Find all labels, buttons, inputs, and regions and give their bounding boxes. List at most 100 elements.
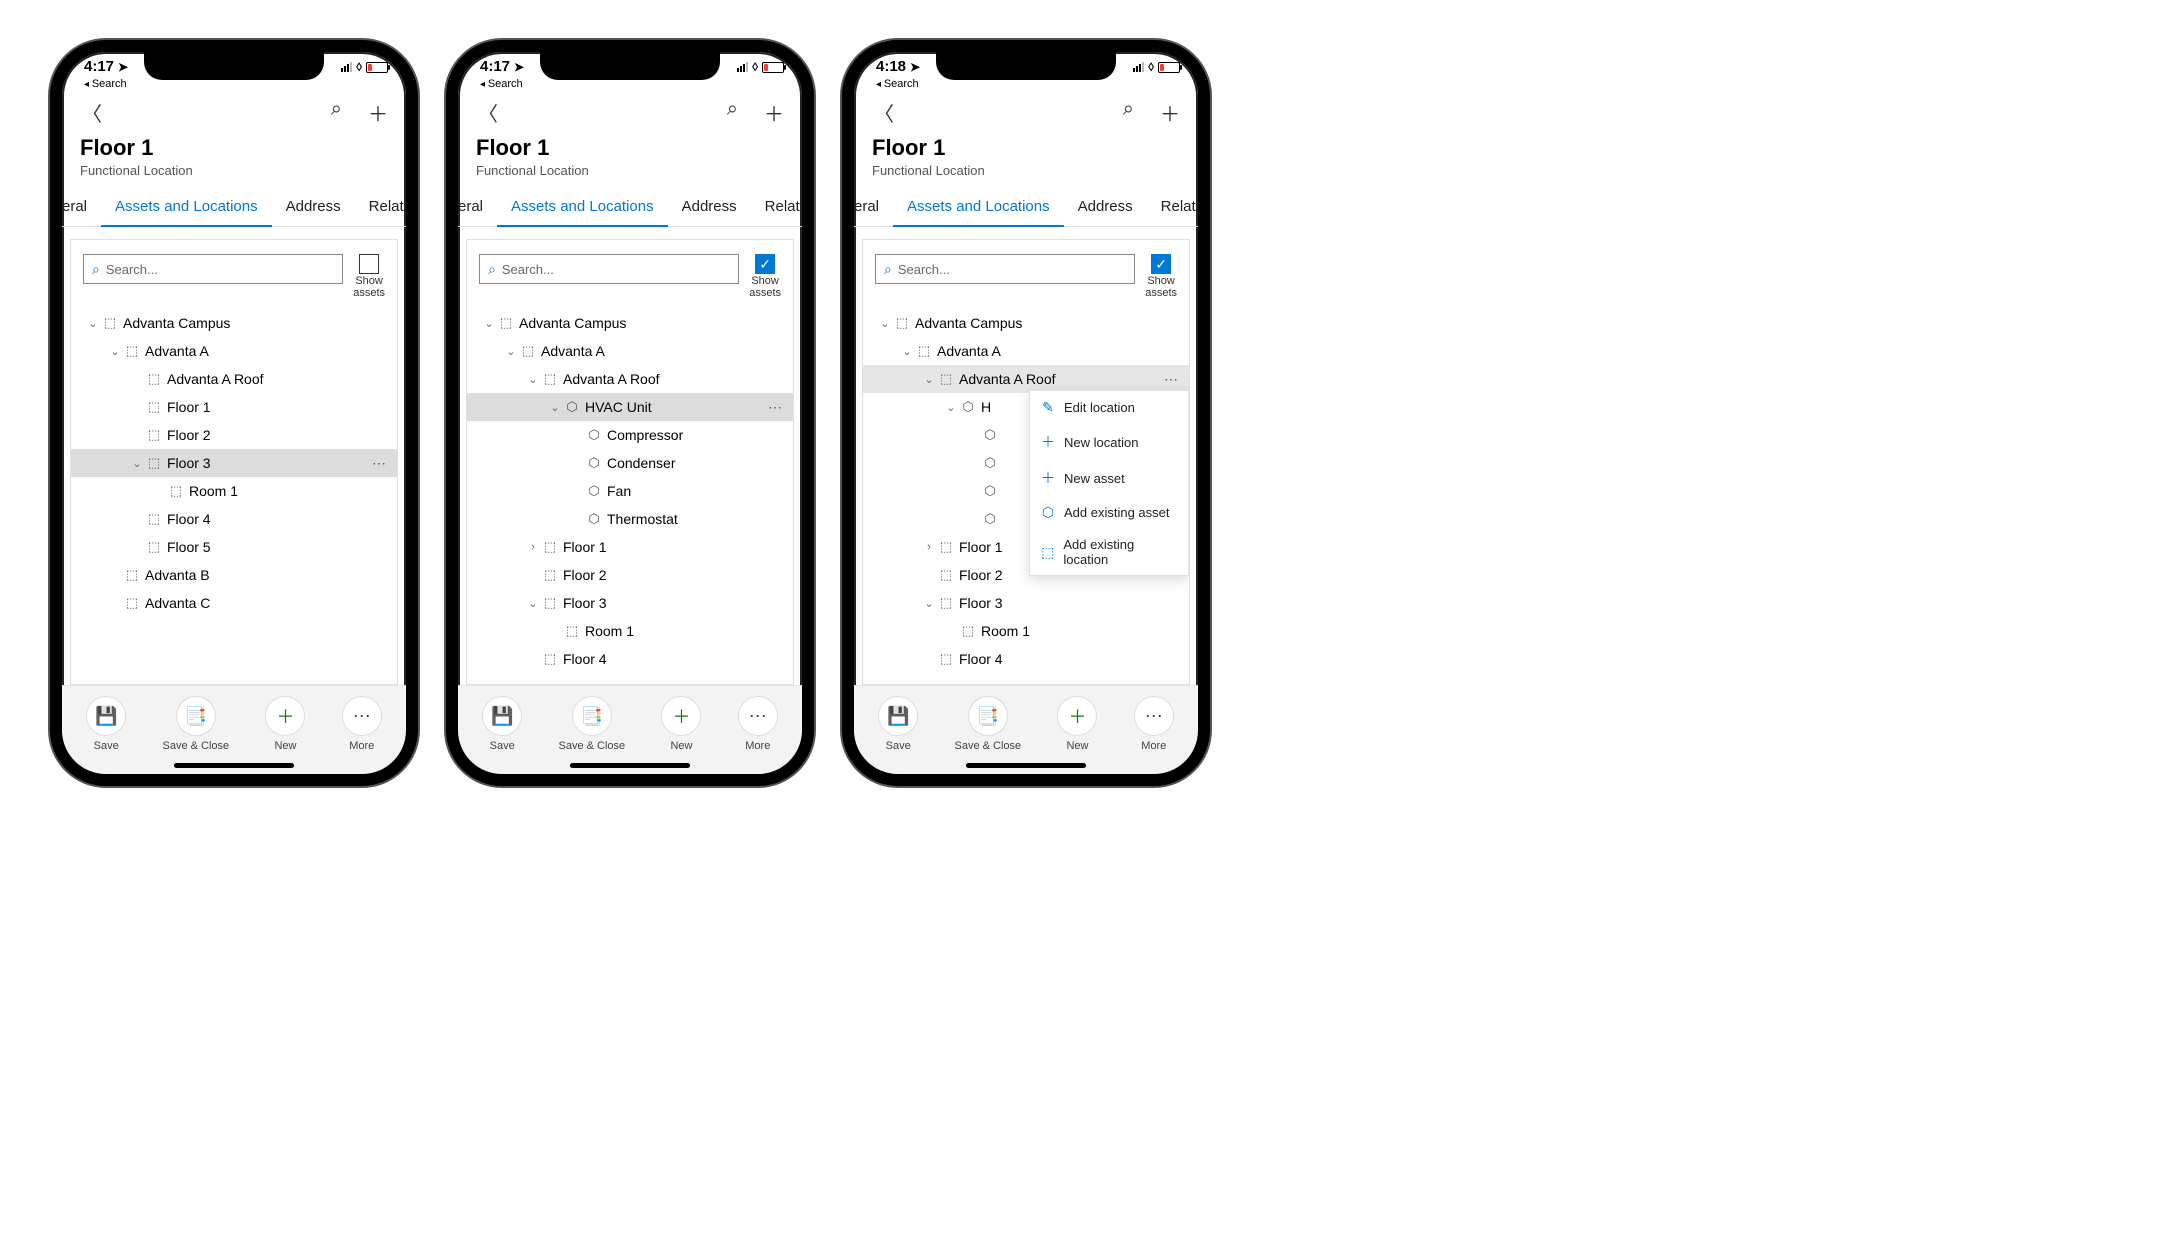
search-button[interactable]: ⌕ [723, 96, 742, 129]
save-button[interactable]: 💾Save [878, 696, 918, 752]
search-input[interactable]: ⌕ Search... [479, 254, 739, 284]
chevron-down-icon[interactable]: ⌄ [899, 345, 915, 358]
add-button[interactable]: ＋ [1156, 96, 1184, 129]
tree-node[interactable]: ⬚Floor 2 [467, 561, 793, 589]
search-button[interactable]: ⌕ [1119, 96, 1138, 129]
tree-node-selected[interactable]: ⌄⬚Advanta A Roof⋯ [863, 365, 1189, 393]
tab-related[interactable]: Relate [1147, 190, 1198, 226]
ctx-new-asset[interactable]: ＋New asset [1030, 460, 1188, 496]
chevron-down-icon[interactable]: ⌄ [921, 597, 937, 610]
search-input[interactable]: ⌕ Search... [875, 254, 1135, 284]
more-icon[interactable]: ⋯ [368, 455, 391, 472]
more-button[interactable]: ⋯More [738, 696, 778, 752]
tree-node[interactable]: ⬡Condenser [467, 449, 793, 477]
tab-general[interactable]: eral [458, 190, 497, 226]
tree-node[interactable]: ⌄⬚Advanta Campus [71, 309, 397, 337]
chevron-down-icon[interactable]: ⌄ [943, 401, 959, 414]
save-close-button[interactable]: 📑Save & Close [162, 696, 229, 752]
tab-related[interactable]: Relate [355, 190, 406, 226]
chevron-down-icon[interactable]: ⌄ [525, 373, 541, 386]
tab-general[interactable]: eral [854, 190, 893, 226]
ctx-add-existing-location[interactable]: ⬚Add existing location [1030, 529, 1188, 575]
new-button[interactable]: ＋New [265, 696, 305, 752]
tree-node[interactable]: ⌄⬚Floor 3 [863, 589, 1189, 617]
ctx-edit-location[interactable]: ✎Edit location [1030, 391, 1188, 424]
tree-node[interactable]: ⌄⬚Advanta A [863, 337, 1189, 365]
tree-node[interactable]: ›⬚Floor 1 [467, 533, 793, 561]
ctx-add-existing-asset[interactable]: ⬡Add existing asset [1030, 496, 1188, 529]
ctx-new-location[interactable]: ＋New location [1030, 424, 1188, 460]
back-button[interactable]: 〈 [868, 94, 900, 131]
tree-node[interactable]: ⌄⬚Advanta A [467, 337, 793, 365]
tab-assets-locations[interactable]: Assets and Locations [893, 190, 1064, 227]
chevron-down-icon[interactable]: ⌄ [129, 457, 145, 470]
tree-node[interactable]: ⬚Room 1 [863, 617, 1189, 645]
tree-node[interactable]: ⌄⬚Advanta Campus [863, 309, 1189, 337]
tree-node[interactable]: ⬡Compressor [467, 421, 793, 449]
show-assets-checkbox[interactable] [359, 254, 379, 274]
tree-node[interactable]: ⌄⬚Floor 3 [467, 589, 793, 617]
tree-node[interactable]: ⬚Floor 5 [71, 533, 397, 561]
tree-node[interactable]: ⬚Advanta A Roof [71, 365, 397, 393]
header-row: 〈 ⌕ ＋ [854, 92, 1198, 135]
tree-node[interactable]: ⬚Room 1 [71, 477, 397, 505]
tab-related[interactable]: Relate [751, 190, 802, 226]
save-button[interactable]: 💾Save [86, 696, 126, 752]
save-close-button[interactable]: 📑Save & Close [954, 696, 1021, 752]
tree-node[interactable]: ⬚Floor 4 [71, 505, 397, 533]
tree-node[interactable]: ⬡Thermostat [467, 505, 793, 533]
tab-assets-locations[interactable]: Assets and Locations [497, 190, 668, 227]
chevron-down-icon[interactable]: ⌄ [877, 317, 893, 330]
tree-node-selected[interactable]: ⌄⬚Floor 3⋯ [71, 449, 397, 477]
tree-node[interactable]: ⬚Room 1 [467, 617, 793, 645]
more-button[interactable]: ⋯More [1134, 696, 1174, 752]
home-indicator[interactable] [174, 763, 294, 768]
add-button[interactable]: ＋ [364, 96, 392, 129]
chevron-down-icon[interactable]: ⌄ [525, 597, 541, 610]
chevron-down-icon[interactable]: ⌄ [481, 317, 497, 330]
tab-address[interactable]: Address [1064, 190, 1147, 226]
more-icon[interactable]: ⋯ [764, 399, 787, 416]
home-indicator[interactable] [570, 763, 690, 768]
tree-node[interactable]: ⬚Floor 4 [863, 645, 1189, 673]
back-button[interactable]: 〈 [76, 94, 108, 131]
tree-node-selected[interactable]: ⌄⬡HVAC Unit⋯ [467, 393, 793, 421]
tab-general[interactable]: eral [62, 190, 101, 226]
tree-node[interactable]: ⌄⬚Advanta A [71, 337, 397, 365]
tree-node[interactable]: ⬡Fan [467, 477, 793, 505]
search-input[interactable]: ⌕ Search... [83, 254, 343, 284]
tab-address[interactable]: Address [668, 190, 751, 226]
location-icon: ⬚ [915, 343, 933, 359]
more-button[interactable]: ⋯More [342, 696, 382, 752]
chevron-down-icon[interactable]: ⌄ [921, 373, 937, 386]
save-close-button[interactable]: 📑Save & Close [558, 696, 625, 752]
save-button[interactable]: 💾Save [482, 696, 522, 752]
more-icon[interactable]: ⋯ [1160, 371, 1183, 388]
tree-node[interactable]: ⬚Floor 4 [467, 645, 793, 673]
new-button[interactable]: ＋New [1057, 696, 1097, 752]
show-assets-checkbox[interactable]: ✓ [1151, 254, 1171, 274]
search-button[interactable]: ⌕ [327, 96, 346, 129]
new-button[interactable]: ＋New [661, 696, 701, 752]
chevron-right-icon[interactable]: › [525, 541, 541, 553]
tree-node[interactable]: ⬚Floor 1 [71, 393, 397, 421]
tree-node[interactable]: ⬚Floor 2 [71, 421, 397, 449]
more-icon: ⋯ [342, 696, 382, 736]
tab-address[interactable]: Address [272, 190, 355, 226]
tree-node[interactable]: ⬚Advanta C [71, 589, 397, 617]
chevron-down-icon[interactable]: ⌄ [503, 345, 519, 358]
back-button[interactable]: 〈 [472, 94, 504, 131]
show-assets-checkbox[interactable]: ✓ [755, 254, 775, 274]
location-icon: ⬚ [519, 343, 537, 359]
add-button[interactable]: ＋ [760, 96, 788, 129]
chevron-down-icon[interactable]: ⌄ [107, 345, 123, 358]
home-indicator[interactable] [966, 763, 1086, 768]
chevron-down-icon[interactable]: ⌄ [547, 401, 563, 414]
chevron-down-icon[interactable]: ⌄ [85, 317, 101, 330]
tree-node[interactable]: ⬚Advanta B [71, 561, 397, 589]
chevron-right-icon[interactable]: › [921, 541, 937, 553]
location-icon: ⬚ [959, 623, 977, 639]
tab-assets-locations[interactable]: Assets and Locations [101, 190, 272, 227]
tree-node[interactable]: ⌄⬚Advanta Campus [467, 309, 793, 337]
tree-node[interactable]: ⌄⬚Advanta A Roof [467, 365, 793, 393]
